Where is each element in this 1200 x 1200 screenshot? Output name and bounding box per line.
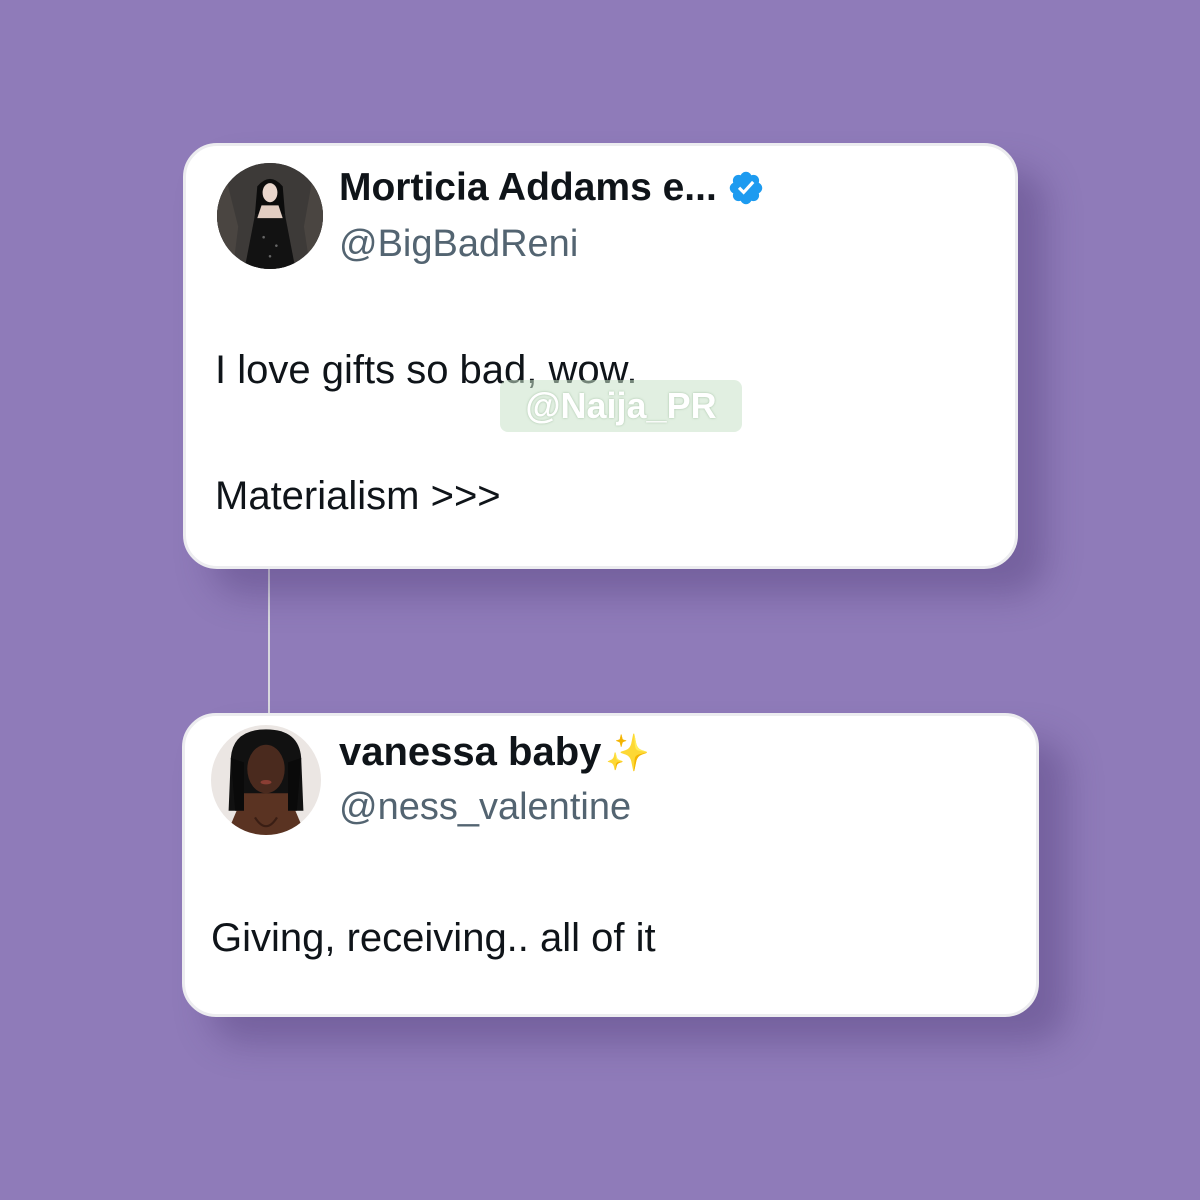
reply-text: Giving, receiving.. all of it bbox=[211, 916, 656, 960]
avatar-gothic-woman-icon bbox=[217, 163, 323, 269]
avatar-woman-icon bbox=[211, 725, 321, 835]
author-handle[interactable]: @BigBadReni bbox=[339, 223, 578, 266]
reply-author-avatar[interactable] bbox=[211, 725, 321, 835]
sparkles-icon: ✨ bbox=[605, 731, 651, 773]
author-avatar[interactable] bbox=[217, 163, 323, 269]
reply-author-name-row: vanessa baby ✨ bbox=[339, 730, 650, 775]
verified-badge-icon bbox=[729, 171, 763, 205]
tweet-card[interactable]: Morticia Addams e... @BigBadReni I love … bbox=[183, 143, 1018, 569]
watermark: @Naija_PR bbox=[500, 380, 742, 432]
reply-author-handle[interactable]: @ness_valentine bbox=[339, 786, 631, 829]
thread-connector-line bbox=[268, 548, 270, 716]
reply-card[interactable]: vanessa baby ✨ @ness_valentine Giving, r… bbox=[182, 713, 1039, 1017]
reply-author-name[interactable]: vanessa baby bbox=[339, 730, 601, 775]
tweet-text-line: Materialism >>> bbox=[215, 474, 501, 518]
author-name[interactable]: Morticia Addams e... bbox=[339, 166, 717, 210]
author-name-row: Morticia Addams e... bbox=[339, 166, 765, 210]
